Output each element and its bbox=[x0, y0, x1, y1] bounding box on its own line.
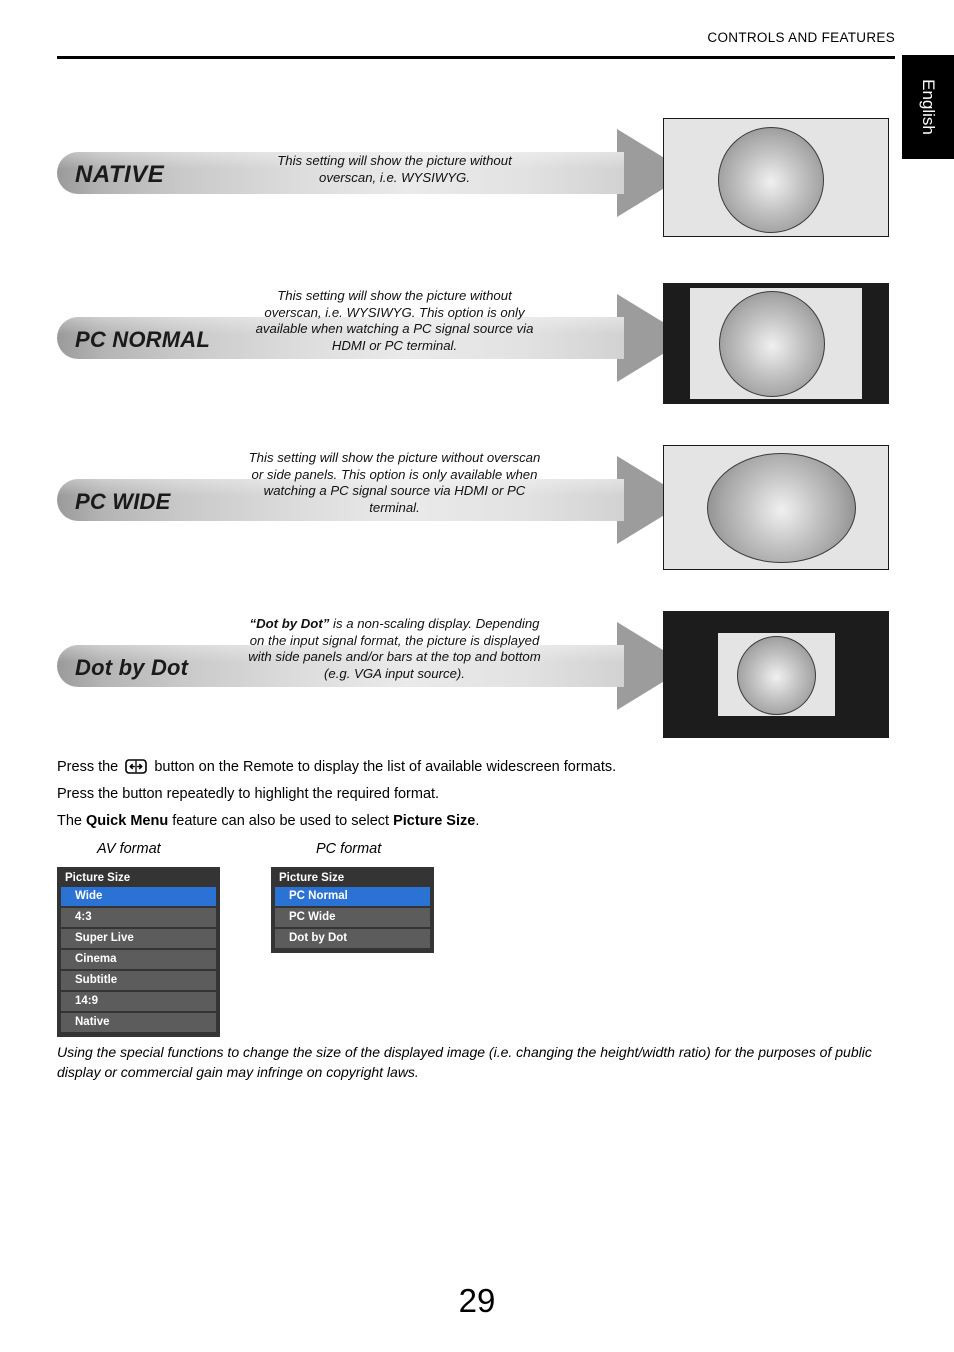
illustration-pc-wide bbox=[663, 445, 889, 570]
format-row-pc-normal: PC NORMAL This setting will show the pic… bbox=[0, 280, 954, 410]
format-description-dot-by-dot: “Dot by Dot” is a non-scaling display. D… bbox=[247, 616, 542, 682]
format-description-native: This setting will show the picture witho… bbox=[277, 153, 512, 185]
picture-window bbox=[718, 633, 835, 716]
illustration-dot-by-dot bbox=[663, 611, 889, 738]
header-title: CONTROLS AND FEATURES bbox=[707, 30, 895, 45]
menu-item-subtitle[interactable]: Subtitle bbox=[61, 971, 216, 990]
instruction-line-3-middle: feature can also be used to select bbox=[168, 813, 394, 829]
picture-blob bbox=[718, 127, 824, 233]
picture-window bbox=[690, 288, 862, 399]
illustration-pc-normal bbox=[663, 283, 889, 404]
format-row-dot-by-dot: Dot by Dot “Dot by Dot” is a non-scaling… bbox=[0, 608, 954, 738]
instruction-line-2: Press the button repeatedly to highlight… bbox=[57, 786, 440, 802]
menu-caption-av: AV format bbox=[97, 841, 161, 857]
format-label-pc-normal: PC NORMAL bbox=[75, 327, 211, 352]
menu-av-format: Picture Size Wide 4:3 Super Live Cinema … bbox=[57, 867, 220, 1037]
page-header: CONTROLS AND FEATURES bbox=[57, 30, 895, 56]
banner-pc-normal: PC NORMAL This setting will show the pic… bbox=[57, 280, 697, 410]
format-description-pc-wide: This setting will show the picture witho… bbox=[248, 450, 541, 515]
menu-item-wide[interactable]: Wide bbox=[61, 887, 216, 906]
picture-blob bbox=[737, 636, 816, 715]
menu-caption-pc: PC format bbox=[316, 841, 382, 857]
format-row-pc-wide: PC WIDE This setting will show the pictu… bbox=[0, 442, 954, 572]
menu-heading-av: Picture Size bbox=[65, 872, 131, 884]
header-divider bbox=[57, 56, 895, 59]
banner-dot-by-dot: Dot by Dot “Dot by Dot” is a non-scaling… bbox=[57, 608, 697, 738]
menu-item-cinema[interactable]: Cinema bbox=[61, 950, 216, 969]
format-row-native: NATIVE This setting will show the pictur… bbox=[0, 115, 954, 245]
format-description-pc-normal: This setting will show the picture witho… bbox=[255, 288, 534, 353]
menu-item-native[interactable]: Native bbox=[61, 1013, 216, 1032]
format-label-native: NATIVE bbox=[75, 161, 165, 188]
quick-menu-emphasis: Quick Menu bbox=[86, 813, 169, 829]
format-label-pc-wide: PC WIDE bbox=[75, 489, 171, 514]
menu-item-14-9[interactable]: 14:9 bbox=[61, 992, 216, 1011]
picture-size-emphasis: Picture Size bbox=[393, 813, 476, 829]
instruction-line-3-before: The bbox=[57, 813, 87, 829]
menu-item-super-live[interactable]: Super Live bbox=[61, 929, 216, 948]
menu-pc-format: Picture Size PC Normal PC Wide Dot by Do… bbox=[271, 867, 434, 953]
format-description-emphasis: “Dot by Dot” bbox=[249, 616, 330, 631]
illustration-native bbox=[663, 118, 889, 237]
menu-item-4-3[interactable]: 4:3 bbox=[61, 908, 216, 927]
menu-item-pc-wide[interactable]: PC Wide bbox=[275, 908, 430, 927]
menu-item-dot-by-dot[interactable]: Dot by Dot bbox=[275, 929, 430, 948]
instruction-line-3-after: . bbox=[475, 813, 480, 829]
instruction-line-3: The Quick Menu feature can also be used … bbox=[57, 811, 479, 831]
menu-item-pc-normal[interactable]: PC Normal bbox=[275, 887, 430, 906]
widescreen-format-button-icon bbox=[125, 759, 148, 774]
picture-blob bbox=[719, 291, 825, 397]
copyright-footnote: Using the special functions to change th… bbox=[57, 1044, 872, 1080]
banner-pc-wide: PC WIDE This setting will show the pictu… bbox=[57, 442, 697, 572]
instruction-line-1: Press the button on the Remote to displa… bbox=[57, 757, 616, 777]
page-number: 29 bbox=[458, 1282, 496, 1319]
format-label-dot-by-dot: Dot by Dot bbox=[75, 655, 189, 680]
picture-blob bbox=[707, 453, 856, 563]
instruction-line-1-after: button on the Remote to display the list… bbox=[154, 759, 617, 775]
banner-native: NATIVE This setting will show the pictur… bbox=[57, 115, 697, 245]
instruction-line-1-before: Press the bbox=[57, 759, 119, 775]
menu-heading-pc: Picture Size bbox=[279, 872, 345, 884]
